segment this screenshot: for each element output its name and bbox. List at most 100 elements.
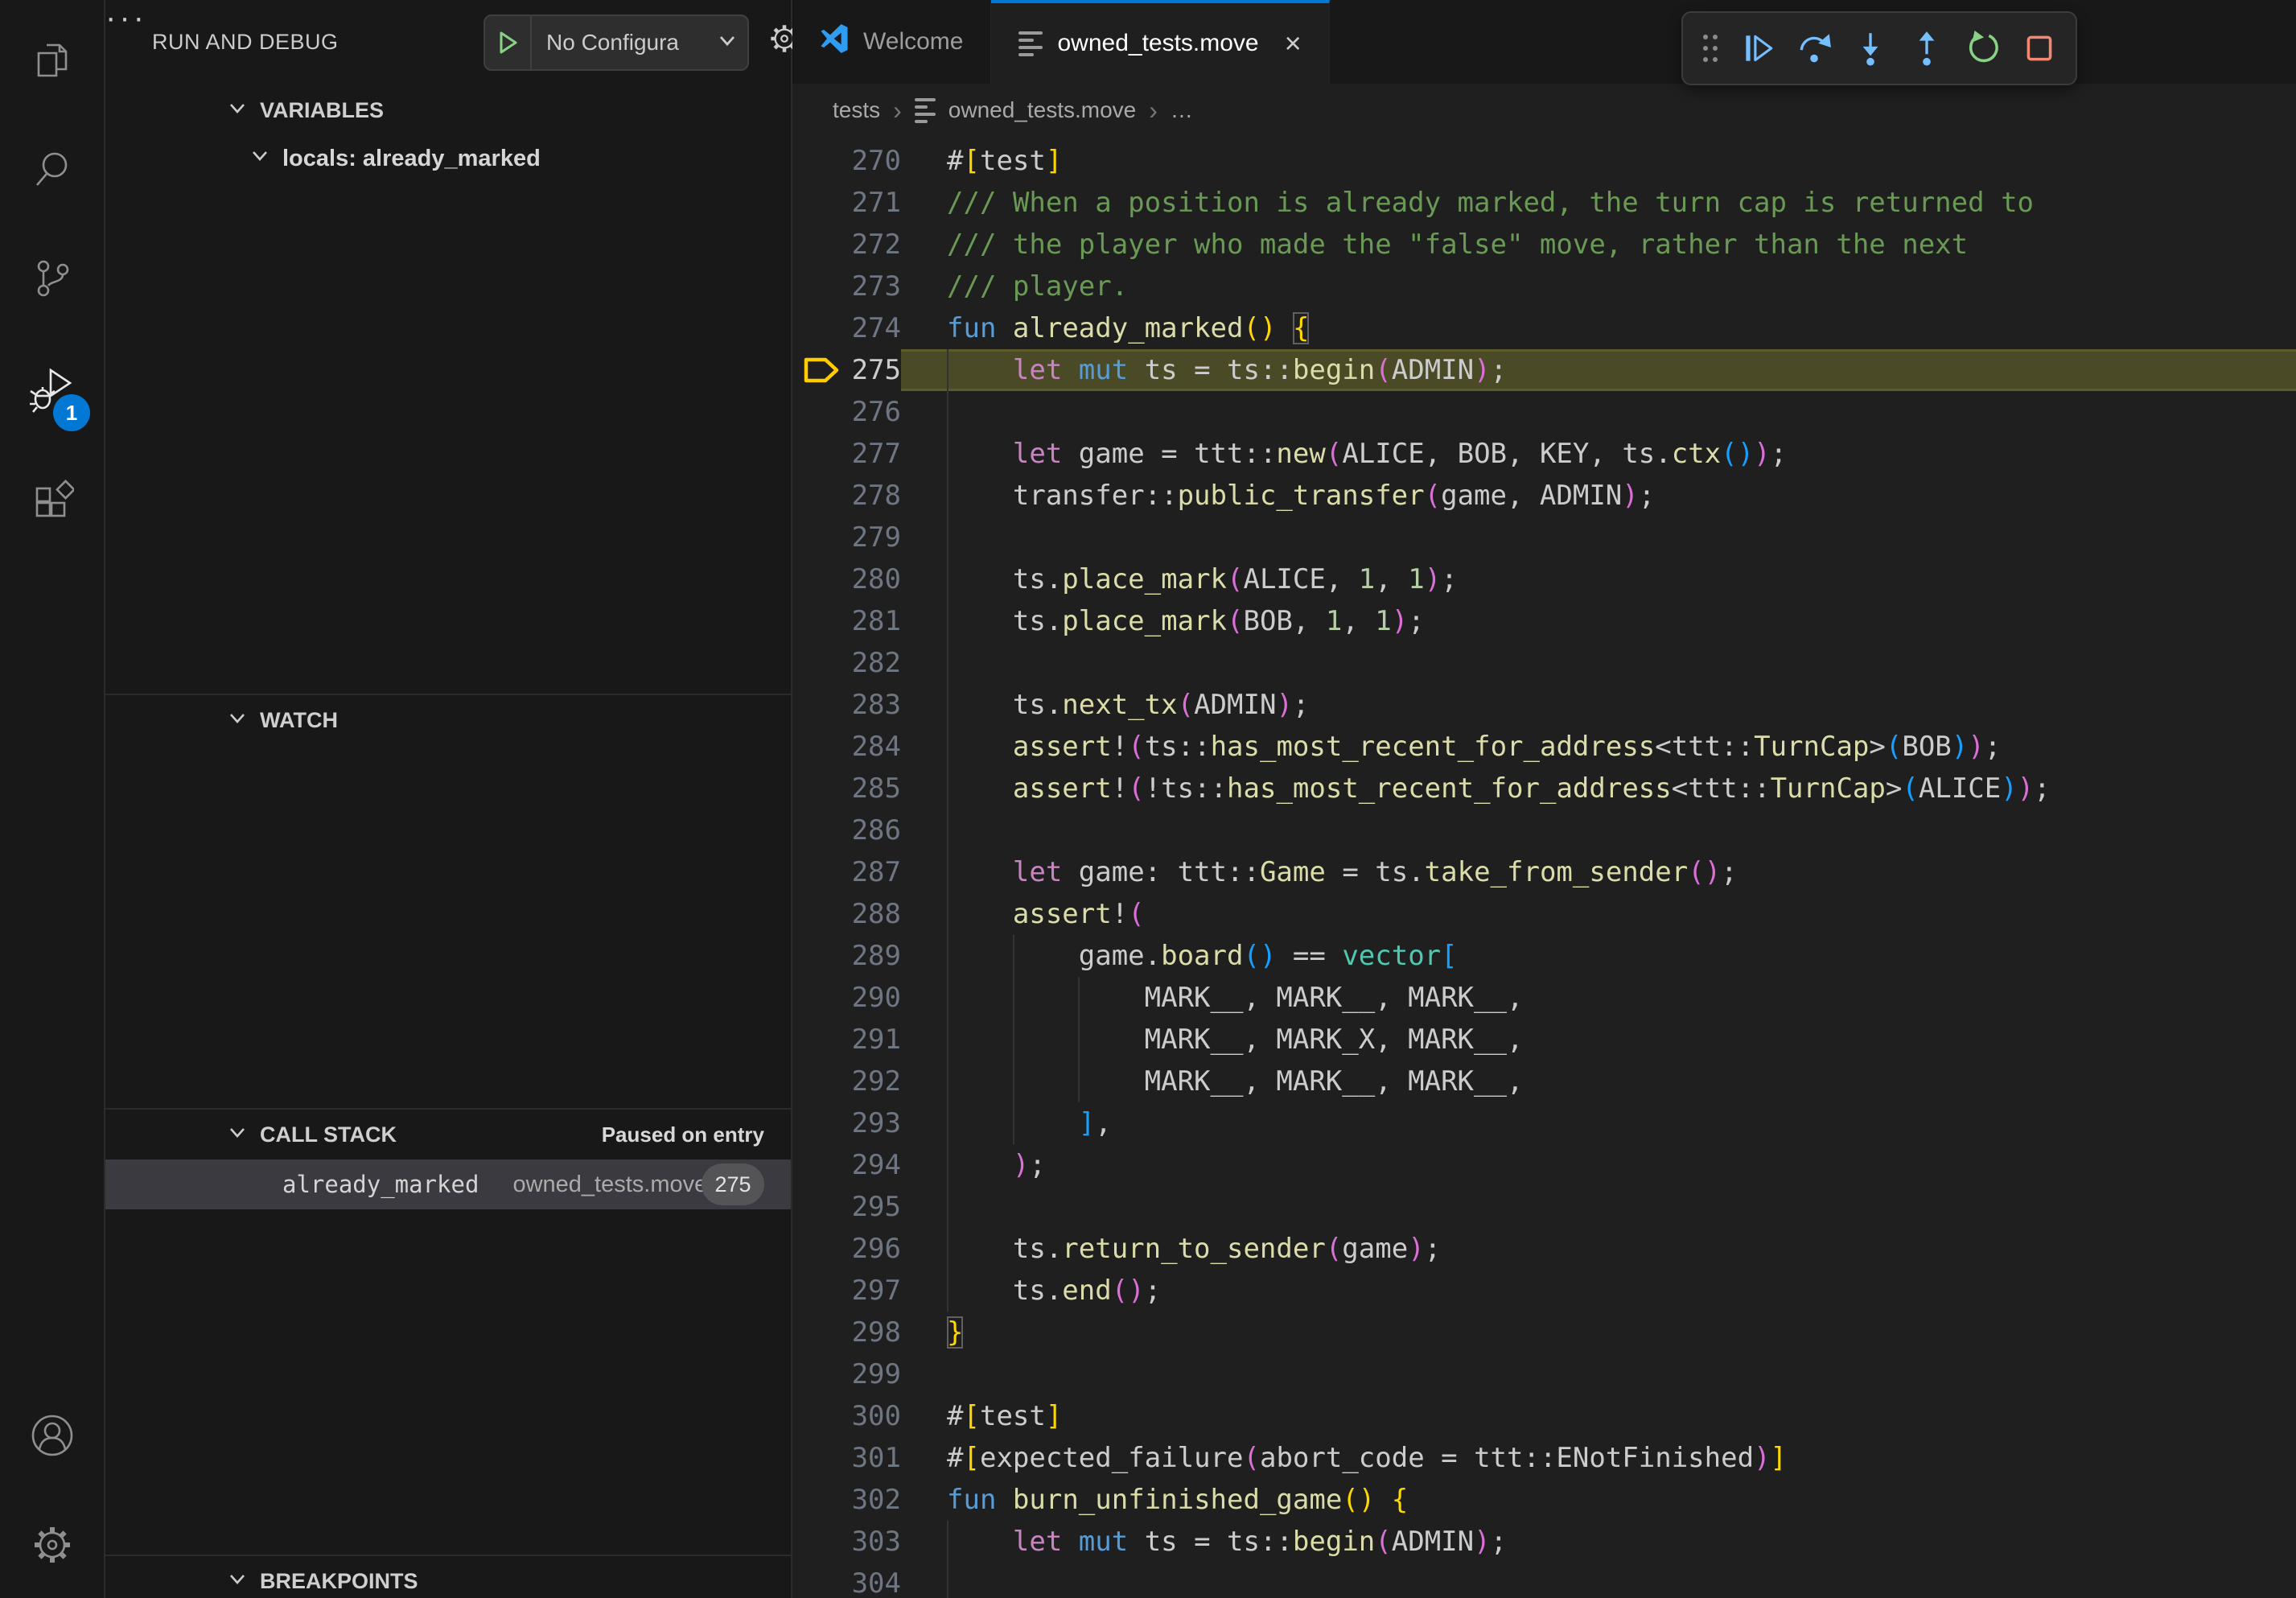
- line-number[interactable]: 272: [851, 224, 901, 266]
- line-number[interactable]: 297: [851, 1270, 901, 1312]
- line-number[interactable]: 277: [851, 433, 901, 475]
- breakpoint-gutter[interactable]: [792, 1479, 851, 1521]
- line-number[interactable]: 285: [851, 768, 901, 809]
- breakpoint-gutter[interactable]: [792, 935, 851, 977]
- line-number[interactable]: 275: [851, 349, 901, 391]
- breakpoint-gutter[interactable]: [792, 809, 851, 851]
- line-number[interactable]: 296: [851, 1228, 901, 1270]
- variables-scope-locals[interactable]: locals: already_marked: [105, 135, 791, 182]
- breakpoint-gutter[interactable]: [792, 1019, 851, 1061]
- line-number[interactable]: 288: [851, 893, 901, 935]
- breakpoint-gutter[interactable]: [792, 433, 851, 475]
- line-number[interactable]: 289: [851, 935, 901, 977]
- line-number[interactable]: 293: [851, 1102, 901, 1144]
- run-icon[interactable]: [485, 29, 530, 56]
- breakpoint-gutter[interactable]: [792, 1563, 851, 1598]
- breakpoint-gutter[interactable]: [792, 893, 851, 935]
- activity-explorer[interactable]: [0, 14, 104, 111]
- breakpoint-gutter[interactable]: [792, 684, 851, 726]
- line-number[interactable]: 287: [851, 851, 901, 893]
- breakpoint-gutter[interactable]: [792, 182, 851, 224]
- breakpoint-gutter[interactable]: [792, 600, 851, 642]
- more-actions-icon[interactable]: ···: [105, 0, 147, 35]
- breakpoint-gutter[interactable]: [792, 517, 851, 558]
- line-number[interactable]: 281: [851, 600, 901, 642]
- breadcrumb-folder[interactable]: tests: [833, 97, 880, 123]
- line-number[interactable]: 280: [851, 558, 901, 600]
- line-number[interactable]: 271: [851, 182, 901, 224]
- line-number[interactable]: 302: [851, 1479, 901, 1521]
- tab-welcome[interactable]: Welcome: [792, 0, 991, 84]
- line-number[interactable]: 298: [851, 1312, 901, 1353]
- breakpoint-gutter[interactable]: [792, 140, 851, 182]
- breakpoint-gutter[interactable]: [792, 558, 851, 600]
- line-number[interactable]: 276: [851, 391, 901, 433]
- toolbar-drag-grip[interactable]: [1694, 18, 1726, 79]
- activity-extensions[interactable]: [0, 454, 104, 550]
- debug-stackframe-icon[interactable]: [792, 349, 851, 391]
- activity-account[interactable]: [0, 1389, 104, 1485]
- section-header-watch[interactable]: WATCH: [105, 697, 791, 743]
- line-number[interactable]: 273: [851, 266, 901, 307]
- breakpoint-gutter[interactable]: [792, 1102, 851, 1144]
- line-number[interactable]: 283: [851, 684, 901, 726]
- line-number[interactable]: 278: [851, 475, 901, 517]
- breadcrumb-file[interactable]: owned_tests.move: [948, 97, 1136, 123]
- breakpoint-gutter[interactable]: [792, 1312, 851, 1353]
- breakpoint-gutter[interactable]: [792, 1228, 851, 1270]
- breakpoint-gutter[interactable]: [792, 1437, 851, 1479]
- restart-icon[interactable]: [1958, 18, 2008, 79]
- breakpoint-gutter[interactable]: [792, 1353, 851, 1395]
- line-number[interactable]: 274: [851, 307, 901, 349]
- section-header-call-stack[interactable]: CALL STACK Paused on entry: [105, 1111, 791, 1158]
- breakpoint-gutter[interactable]: [792, 642, 851, 684]
- line-number[interactable]: 295: [851, 1186, 901, 1228]
- line-number[interactable]: 270: [851, 140, 901, 182]
- activity-settings[interactable]: [0, 1498, 104, 1595]
- breakpoint-gutter[interactable]: [792, 224, 851, 266]
- breakpoint-gutter[interactable]: [792, 851, 851, 893]
- line-number[interactable]: 303: [851, 1521, 901, 1563]
- breakpoint-gutter[interactable]: [792, 1270, 851, 1312]
- breadcrumb-symbol-more[interactable]: …: [1171, 97, 1193, 123]
- line-number[interactable]: 304: [851, 1563, 901, 1598]
- line-number[interactable]: 284: [851, 726, 901, 768]
- debug-configuration-dropdown[interactable]: No Configura: [483, 14, 749, 71]
- step-out-icon[interactable]: [1902, 18, 1952, 79]
- call-stack-frame[interactable]: already_marked owned_tests.move 275: [105, 1159, 791, 1209]
- breakpoint-gutter[interactable]: [792, 768, 851, 809]
- line-number[interactable]: 290: [851, 977, 901, 1019]
- line-number[interactable]: 294: [851, 1144, 901, 1186]
- activity-run-and-debug[interactable]: 1: [0, 344, 104, 441]
- continue-icon[interactable]: [1733, 18, 1783, 79]
- breakpoint-gutter[interactable]: [792, 1521, 851, 1563]
- step-over-icon[interactable]: [1789, 18, 1839, 79]
- tab-owned-tests-move[interactable]: owned_tests.move ×: [991, 0, 1329, 84]
- breakpoint-gutter[interactable]: [792, 977, 851, 1019]
- line-number[interactable]: 292: [851, 1061, 901, 1102]
- close-icon[interactable]: ×: [1285, 27, 1302, 60]
- line-number[interactable]: 301: [851, 1437, 901, 1479]
- breakpoint-gutter[interactable]: [792, 1061, 851, 1102]
- breakpoint-gutter[interactable]: [792, 1395, 851, 1437]
- activity-source-control[interactable]: [0, 232, 104, 328]
- stop-icon[interactable]: [2014, 18, 2064, 79]
- line-number[interactable]: 279: [851, 517, 901, 558]
- line-number[interactable]: 299: [851, 1353, 901, 1395]
- line-number[interactable]: 291: [851, 1019, 901, 1061]
- activity-search[interactable]: [0, 122, 104, 219]
- breakpoint-gutter[interactable]: [792, 307, 851, 349]
- breakpoint-gutter[interactable]: [792, 391, 851, 433]
- line-number[interactable]: 300: [851, 1395, 901, 1437]
- code-editor[interactable]: 270#[test]271/// When a position is alre…: [792, 140, 2296, 1598]
- breakpoint-gutter[interactable]: [792, 266, 851, 307]
- section-header-variables[interactable]: VARIABLES: [105, 87, 791, 134]
- section-header-breakpoints[interactable]: BREAKPOINTS: [105, 1558, 791, 1598]
- step-into-icon[interactable]: [1845, 18, 1895, 79]
- breakpoint-gutter[interactable]: [792, 1186, 851, 1228]
- breakpoint-gutter[interactable]: [792, 475, 851, 517]
- line-number[interactable]: 286: [851, 809, 901, 851]
- breakpoint-gutter[interactable]: [792, 1144, 851, 1186]
- breakpoint-gutter[interactable]: [792, 726, 851, 768]
- line-number[interactable]: 282: [851, 642, 901, 684]
